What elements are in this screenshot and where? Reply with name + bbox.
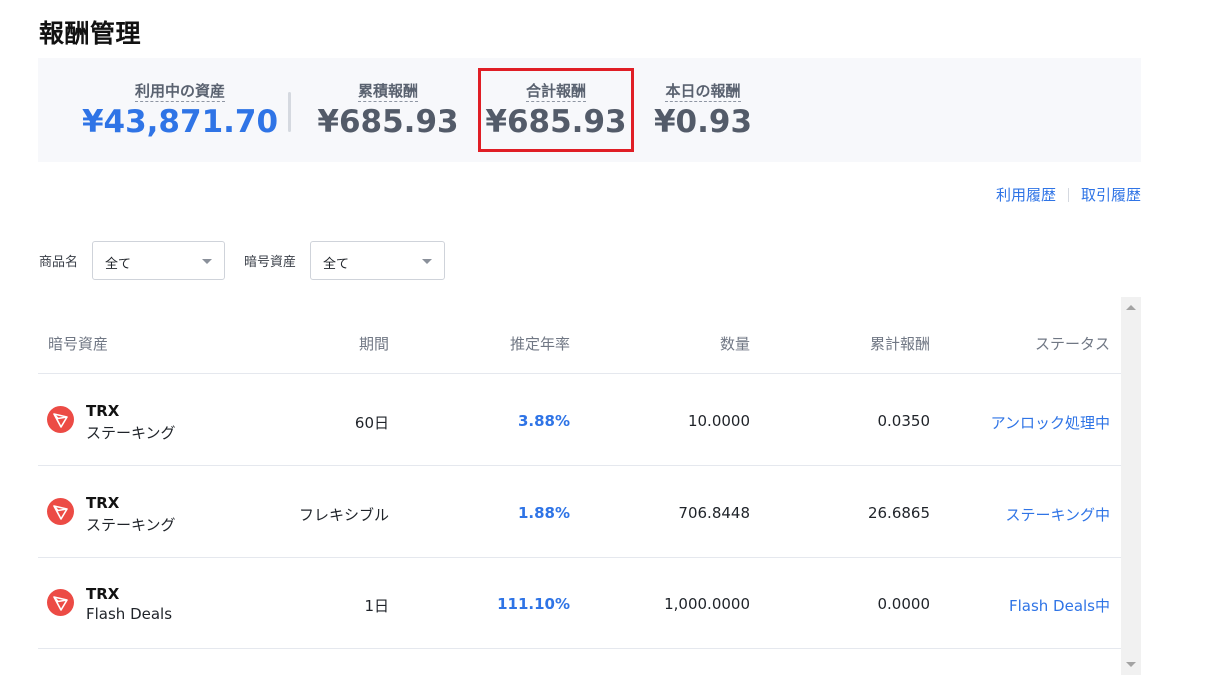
- crypto-select-value: 全て: [323, 257, 350, 272]
- caret-down-icon: [202, 259, 212, 264]
- asset-name: TRX: [86, 494, 120, 512]
- caret-down-icon: [422, 259, 432, 264]
- quantity-cell: 706.8448: [678, 504, 750, 522]
- period-cell: 1日: [364, 597, 389, 615]
- table-row: TRX ステーキング 60日 3.88% 10.0000 0.0350 アンロッ…: [38, 374, 1121, 466]
- crypto-filter-label: 暗号資産: [244, 255, 297, 270]
- product-select[interactable]: 全て: [92, 241, 225, 280]
- tron-icon: [47, 589, 74, 616]
- status-link[interactable]: ステーキング中: [1005, 504, 1110, 525]
- scroll-up-arrow-icon[interactable]: [1126, 305, 1136, 310]
- stat-assets-in-use-value: ¥43,871.70: [81, 104, 279, 140]
- asset-name: TRX: [86, 402, 120, 420]
- asset-type: ステーキング: [86, 516, 176, 534]
- product-select-value: 全て: [105, 257, 132, 272]
- product-filter-label: 商品名: [39, 255, 79, 270]
- status-link[interactable]: Flash Deals中: [1009, 595, 1110, 616]
- stat-cumulative-reward-value: ¥685.93: [317, 104, 459, 140]
- stat-today-reward-value: ¥0.93: [653, 104, 753, 140]
- summary-divider: [288, 92, 291, 132]
- quantity-cell: 1,000.0000: [664, 595, 750, 613]
- stat-today-reward-label[interactable]: 本日の報酬: [647, 80, 759, 102]
- apr-cell: 111.10%: [497, 595, 570, 613]
- period-cell: 60日: [354, 414, 389, 432]
- reward-cell: 26.6865: [867, 504, 930, 522]
- link-separator: [1067, 187, 1069, 202]
- header-status: ステータス: [1034, 335, 1110, 353]
- header-period: 期間: [358, 335, 389, 353]
- tron-icon: [47, 406, 74, 433]
- stat-cumulative-reward-label[interactable]: 累積報酬: [313, 80, 463, 102]
- total-reward-highlight: [478, 68, 634, 152]
- table-scrollbar[interactable]: [1121, 297, 1141, 675]
- usage-history-link[interactable]: 利用履歴: [996, 184, 1056, 205]
- asset-type: ステーキング: [86, 424, 176, 442]
- stat-assets-in-use-label[interactable]: 利用中の資産: [80, 80, 280, 102]
- asset-name: TRX: [86, 585, 120, 603]
- crypto-select[interactable]: 全て: [310, 241, 445, 280]
- reward-cell: 0.0000: [877, 595, 931, 613]
- header-quantity: 数量: [719, 335, 750, 353]
- period-cell: フレキシブル: [298, 506, 389, 524]
- status-link[interactable]: アンロック処理中: [991, 412, 1110, 433]
- table-row: TRX ステーキング フレキシブル 1.88% 706.8448 26.6865…: [38, 466, 1121, 558]
- apr-cell: 3.88%: [517, 412, 570, 430]
- apr-cell: 1.88%: [517, 504, 570, 522]
- trade-history-link[interactable]: 取引履歴: [1081, 184, 1141, 205]
- header-apr: 推定年率: [509, 335, 570, 353]
- table-row: TRX Flash Deals 1日 111.10% 1,000.0000 0.…: [38, 557, 1121, 649]
- header-cumulative-reward: 累計報酬: [869, 335, 930, 353]
- header-asset: 暗号資産: [48, 335, 109, 353]
- quantity-cell: 10.0000: [687, 412, 750, 430]
- asset-type: Flash Deals: [86, 605, 173, 623]
- scroll-down-arrow-icon[interactable]: [1126, 662, 1136, 667]
- history-links: 利用履歴 取引履歴: [996, 184, 1141, 205]
- reward-cell: 0.0350: [877, 412, 931, 430]
- page-title: 報酬管理: [39, 19, 142, 48]
- tron-icon: [47, 498, 74, 525]
